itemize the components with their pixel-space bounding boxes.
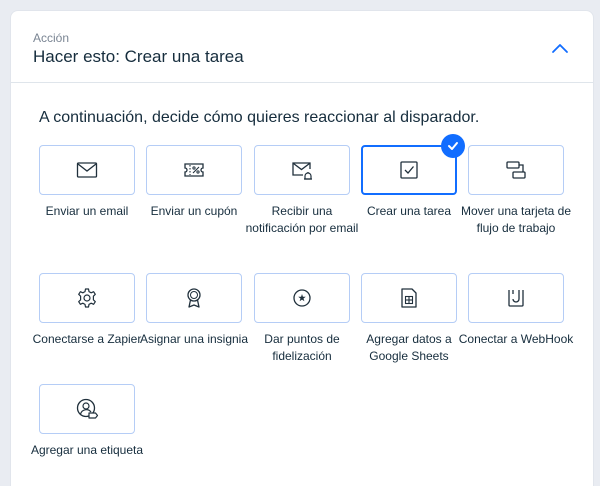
email-notification-icon — [292, 162, 312, 180]
action-tile-google-sheets[interactable] — [361, 273, 457, 323]
action-label-email-notification: Recibir una notificación por email — [245, 204, 359, 235]
action-label-add-tag: Agregar una etiqueta — [30, 443, 144, 457]
action-tile-webhook[interactable] — [468, 273, 564, 323]
action-label-assign-badge: Asignar una insignia — [139, 332, 249, 346]
action-tile-move-workflow-card[interactable] — [468, 145, 564, 195]
loyalty-points-icon — [293, 289, 311, 307]
action-tile-zapier[interactable] — [39, 273, 135, 323]
action-tile-send-coupon[interactable] — [146, 145, 242, 195]
header-subtitle: Acción — [33, 31, 70, 45]
action-header[interactable]: Acción Hacer esto: Crear una tarea — [11, 11, 593, 83]
action-label-google-sheets: Agregar datos a Google Sheets — [366, 332, 452, 363]
header-title: Hacer esto: Crear una tarea — [33, 47, 244, 66]
checkbox-icon — [400, 161, 418, 179]
action-tile-assign-badge[interactable] — [146, 273, 242, 323]
action-tile-send-email[interactable] — [39, 145, 135, 195]
action-label-create-task: Crear una tarea — [366, 204, 452, 218]
contact-tag-icon — [76, 398, 99, 419]
chevron-up-icon — [552, 44, 568, 53]
collapse-button[interactable] — [547, 37, 573, 59]
action-label-send-email: Enviar un email — [45, 204, 129, 218]
coupon-icon — [184, 163, 204, 177]
envelope-icon — [76, 162, 98, 178]
action-label-webhook: Conectar a WebHook — [458, 332, 574, 346]
reaction-prompt: A continuación, decide cómo quieres reac… — [39, 109, 480, 126]
workflow-card-icon — [506, 161, 526, 179]
action-label-move-workflow-card: Mover una tarjeta de flujo de trabajo — [460, 204, 572, 235]
action-tile-email-notification[interactable] — [254, 145, 350, 195]
action-label-loyalty-points: Dar puntos de fidelización — [264, 332, 340, 363]
action-label-zapier: Conectarse a Zapier — [32, 332, 142, 346]
action-tile-loyalty-points[interactable] — [254, 273, 350, 323]
action-tile-add-tag[interactable] — [39, 384, 135, 434]
gear-icon — [78, 288, 96, 308]
action-panel: Acción Hacer esto: Crear una tarea A con… — [10, 10, 594, 486]
selected-check-icon — [441, 134, 465, 158]
webhook-icon — [508, 290, 524, 307]
badge-icon — [187, 288, 201, 308]
action-label-send-coupon: Enviar un cupón — [150, 204, 238, 218]
sheets-icon — [401, 288, 417, 308]
